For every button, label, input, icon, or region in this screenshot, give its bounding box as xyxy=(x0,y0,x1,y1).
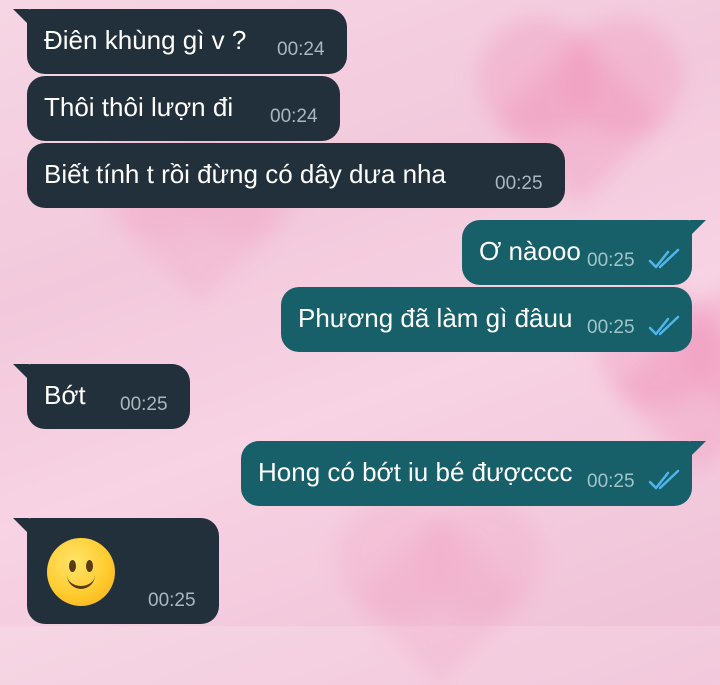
message-bubble-incoming[interactable]: Thôi thôi lượn đi 00:24 xyxy=(27,76,340,141)
message-time: 00:25 xyxy=(587,250,635,271)
read-receipt-icon xyxy=(648,248,680,269)
message-bubble-outgoing[interactable]: Hong có bớt iu bé đượcccc 00:25 xyxy=(241,441,706,506)
message-bubble-incoming[interactable]: Điên khùng gì v ? 00:24 xyxy=(13,9,347,74)
message-text: Bớt xyxy=(44,380,86,410)
background-heart xyxy=(355,515,525,685)
slightly-smiling-face-icon xyxy=(47,538,115,606)
message-bubble-outgoing[interactable]: Ơ nàooo 00:25 xyxy=(462,220,706,285)
message-bubble-incoming[interactable]: Biết tính t rồi đừng có dây dưa nha 00:2… xyxy=(27,143,565,208)
message-time: 00:25 xyxy=(495,173,543,194)
message-bubble-outgoing[interactable]: Phương đã làm gì đâuu 00:25 xyxy=(281,287,692,352)
message-time: 00:25 xyxy=(587,317,635,338)
message-text: Điên khùng gì v ? xyxy=(44,25,247,55)
message-bubble-incoming[interactable]: Bớt 00:25 xyxy=(13,364,190,429)
message-text: Thôi thôi lượn đi xyxy=(44,92,234,122)
message-text: Phương đã làm gì đâuu xyxy=(298,303,573,333)
message-text: Ơ nàooo xyxy=(479,236,581,266)
message-time: 00:25 xyxy=(587,471,635,492)
message-time: 00:25 xyxy=(120,394,168,415)
message-text: Hong có bớt iu bé đượcccc xyxy=(258,457,573,487)
message-time: 00:24 xyxy=(277,39,325,60)
message-bubble-incoming[interactable]: 00:25 xyxy=(13,518,219,624)
message-time: 00:25 xyxy=(148,590,196,611)
message-text: Biết tính t rồi đừng có dây dưa nha xyxy=(44,159,446,189)
message-time: 00:24 xyxy=(270,106,318,127)
read-receipt-icon xyxy=(648,315,680,336)
read-receipt-icon xyxy=(648,469,680,490)
